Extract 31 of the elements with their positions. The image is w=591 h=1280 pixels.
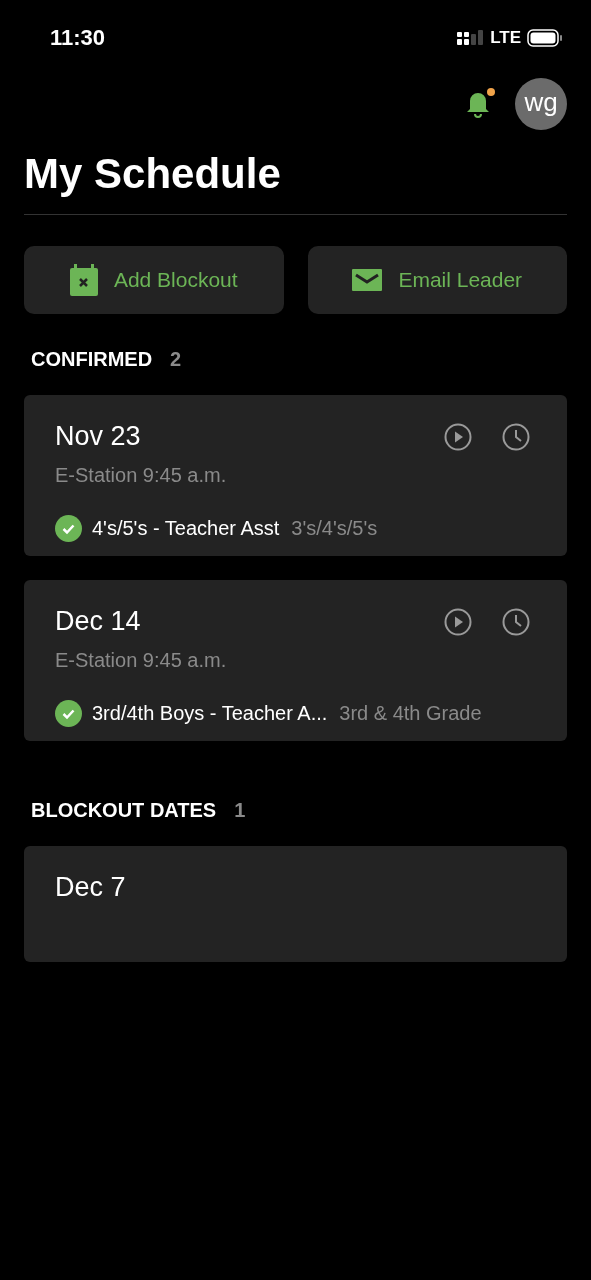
section-count: 2: [170, 347, 182, 371]
mail-icon: [352, 269, 383, 291]
team-label: 3's/4's/5's: [291, 517, 378, 540]
role-label: 4's/5's - Teacher Asst: [92, 517, 280, 540]
schedule-card[interactable]: Dec 7: [24, 846, 567, 962]
status-time: 11:30: [50, 25, 106, 51]
play-icon[interactable]: [444, 607, 472, 636]
email-leader-button[interactable]: Email Leader: [307, 246, 567, 314]
clock-icon[interactable]: [502, 607, 530, 636]
section-title: CONFIRMED: [31, 347, 153, 371]
avatar-button[interactable]: wg: [515, 78, 567, 130]
battery-icon: [527, 29, 563, 47]
add-blockout-button[interactable]: Add Blockout: [24, 246, 284, 314]
play-icon[interactable]: [444, 422, 472, 451]
role-label: 3rd/4th Boys - Teacher A...: [92, 702, 328, 725]
date-label: Dec 14: [55, 606, 141, 637]
location-time: E-Station 9:45 a.m.: [55, 649, 228, 672]
date-label: Dec 7: [55, 872, 126, 903]
section-title: BLOCKOUT DATES: [31, 798, 217, 822]
section-count: 1: [234, 798, 246, 822]
notification-bell-icon[interactable]: [465, 88, 495, 120]
page-title: My Schedule: [23, 149, 282, 199]
date-label: Nov 23: [55, 421, 141, 452]
signal-icon: [457, 30, 485, 46]
schedule-card[interactable]: Dec 14 E-Station 9:45 a.m. 3rd/4th Boys - Teacher A... 3rd & 4th Grade: [24, 580, 567, 741]
location-time: E-Station 9:45 a.m.: [55, 464, 228, 487]
schedule-card[interactable]: Nov 23 E-Station 9:45 a.m. 4's/5's - Teacher Asst 3's/4's/5's: [24, 395, 567, 556]
calendar-x-icon: [69, 264, 98, 296]
network-label: LTE: [490, 28, 521, 48]
clock-icon[interactable]: [502, 422, 530, 451]
team-label: 3rd & 4th Grade: [339, 702, 482, 725]
